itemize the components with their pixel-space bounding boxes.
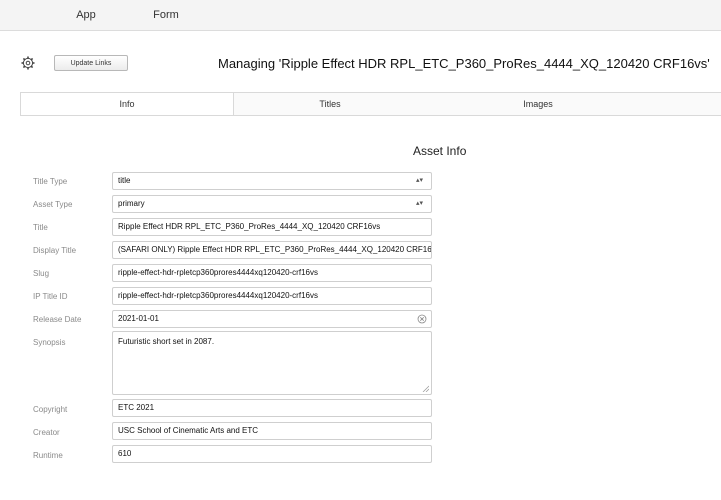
- content-tabs: Info Titles Images: [20, 92, 721, 116]
- release-date-field[interactable]: 2021-01-01: [112, 310, 432, 328]
- top-tab-app[interactable]: App: [56, 0, 116, 30]
- runtime-field[interactable]: 610: [112, 445, 432, 463]
- asset-type-select[interactable]: primary ▴▾: [112, 195, 432, 213]
- title-label: Title: [33, 223, 48, 232]
- slug-label: Slug: [33, 269, 50, 278]
- section-title: Asset Info: [413, 144, 467, 158]
- slug-field[interactable]: ripple-effect-hdr-rpletcp360prores4444xq…: [112, 264, 432, 282]
- release-date-label: Release Date: [33, 315, 82, 324]
- tab-titles[interactable]: Titles: [232, 93, 428, 115]
- title-type-value: title: [118, 176, 131, 185]
- gear-icon[interactable]: [21, 56, 35, 70]
- top-tab-form[interactable]: Form: [136, 0, 196, 30]
- display-title-label: Display Title: [33, 246, 77, 255]
- update-links-button[interactable]: Update Links: [54, 55, 128, 71]
- copyright-field[interactable]: ETC 2021: [112, 399, 432, 417]
- creator-label: Creator: [33, 428, 60, 437]
- select-arrows-icon: ▴▾: [415, 177, 423, 184]
- title-field[interactable]: Ripple Effect HDR RPL_ETC_P360_ProRes_44…: [112, 218, 432, 236]
- synopsis-label: Synopsis: [33, 338, 66, 347]
- title-type-select[interactable]: title ▴▾: [112, 172, 432, 190]
- title-type-label: Title Type: [33, 177, 68, 186]
- copyright-label: Copyright: [33, 405, 68, 414]
- ip-title-id-label: IP Title ID: [33, 292, 68, 301]
- asset-type-value: primary: [118, 199, 145, 208]
- tab-images[interactable]: Images: [428, 93, 648, 115]
- resize-grip-icon[interactable]: [422, 385, 430, 393]
- synopsis-value: Futuristic short set in 2087.: [118, 337, 215, 346]
- top-navigation-bar: App Form: [0, 0, 721, 31]
- select-arrows-icon: ▴▾: [415, 200, 423, 207]
- creator-field[interactable]: USC School of Cinematic Arts and ETC: [112, 422, 432, 440]
- clear-circle-icon[interactable]: [417, 314, 427, 324]
- tab-info[interactable]: Info: [20, 93, 234, 115]
- runtime-label: Runtime: [33, 451, 63, 460]
- display-title-field[interactable]: (SAFARI ONLY) Ripple Effect HDR RPL_ETC_…: [112, 241, 432, 259]
- synopsis-textarea[interactable]: Futuristic short set in 2087.: [112, 331, 432, 395]
- asset-type-label: Asset Type: [33, 200, 73, 209]
- ip-title-id-field[interactable]: ripple-effect-hdr-rpletcp360prores4444xq…: [112, 287, 432, 305]
- release-date-value: 2021-01-01: [118, 314, 159, 323]
- page-title: Managing 'Ripple Effect HDR RPL_ETC_P360…: [218, 56, 710, 71]
